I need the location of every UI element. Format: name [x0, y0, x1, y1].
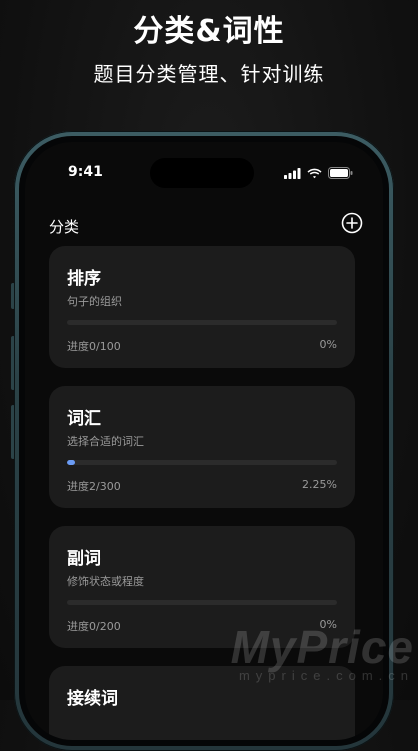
category-card[interactable]: 排序 句子的组织 进度0/100 0%	[49, 246, 355, 368]
progress-percent: 0%	[319, 338, 337, 351]
status-time: 9:41	[68, 164, 103, 180]
watermark: MyPrice myprice.com.cn	[231, 620, 414, 683]
signal-icon	[284, 167, 301, 179]
progress-percent: 2.25%	[302, 478, 337, 491]
card-subtitle: 选择合适的词汇	[67, 435, 144, 448]
category-card[interactable]: 词汇 选择合适的词汇 进度2/300 2.25%	[49, 386, 355, 508]
card-subtitle: 修饰状态或程度	[67, 575, 144, 588]
progress-label: 进度0/200	[67, 620, 121, 633]
progress-bar	[67, 600, 337, 605]
card-title: 副词	[67, 549, 101, 569]
progress-fill	[67, 460, 76, 465]
progress-bar	[67, 320, 337, 325]
promo-subtitle: 题目分类管理、针对训练	[93, 62, 325, 86]
promo-title: 分类&词性	[133, 14, 285, 49]
section-title: 分类	[49, 218, 80, 236]
battery-icon	[328, 167, 353, 179]
card-title: 接续词	[67, 689, 118, 709]
status-icons	[284, 166, 353, 180]
card-title: 词汇	[67, 409, 101, 429]
progress-label: 进度0/100	[67, 340, 121, 353]
dynamic-island	[150, 158, 254, 188]
progress-label: 进度2/300	[67, 480, 121, 493]
watermark-url: myprice.com.cn	[238, 668, 414, 683]
add-circle-icon[interactable]	[341, 212, 363, 234]
progress-bar	[67, 460, 337, 465]
watermark-logo: MyPrice	[230, 621, 414, 673]
card-title: 排序	[67, 269, 101, 289]
card-subtitle: 句子的组织	[67, 295, 122, 308]
wifi-icon	[307, 168, 322, 178]
